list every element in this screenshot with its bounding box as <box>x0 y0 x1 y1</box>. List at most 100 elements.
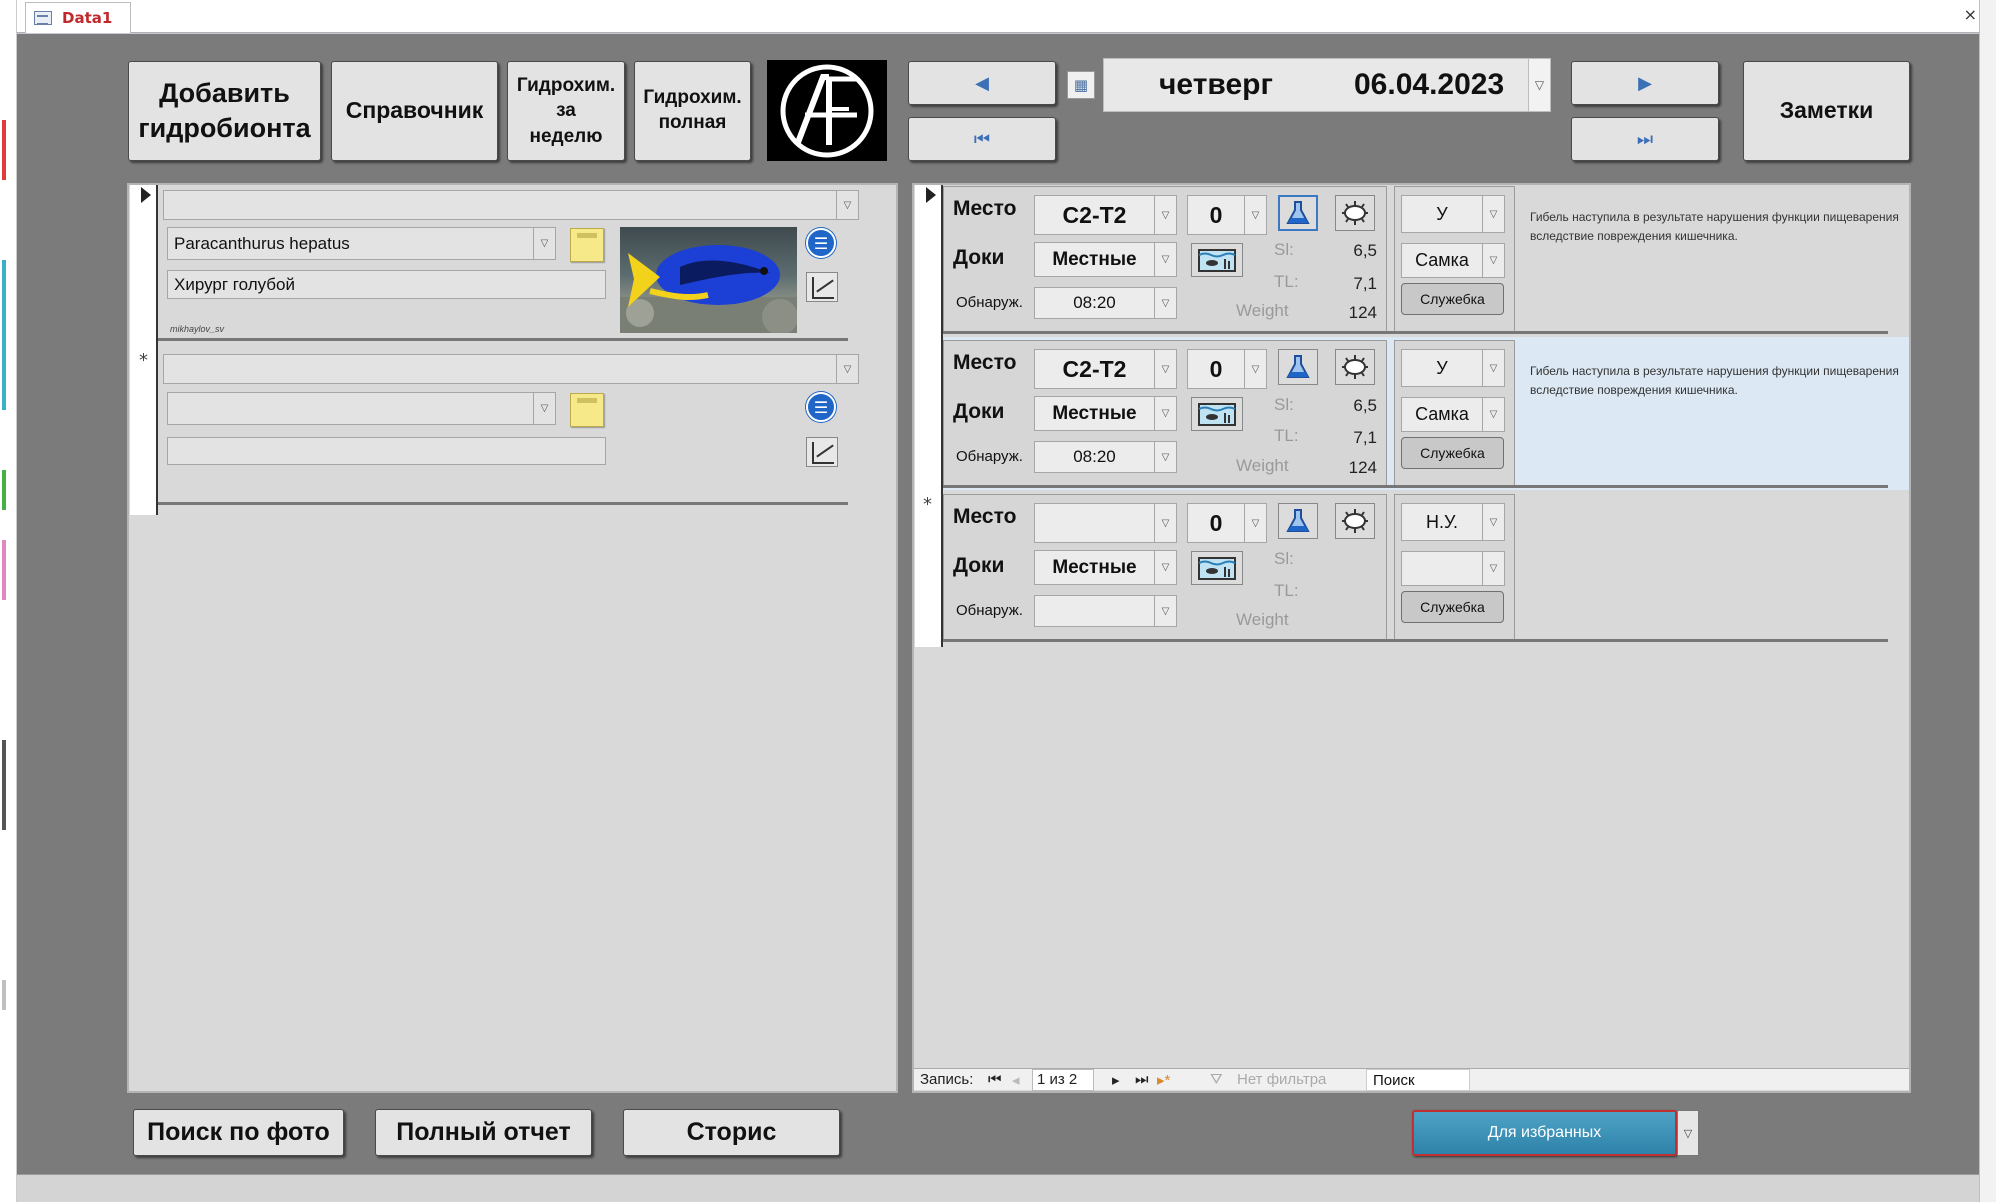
aquarium-icon[interactable] <box>1191 243 1243 277</box>
photo-search-button[interactable]: Поиск по фото <box>133 1109 344 1156</box>
flask-icon[interactable] <box>1278 503 1318 539</box>
service-note-button[interactable]: Служебка <box>1401 591 1504 623</box>
reference-button[interactable]: Справочник <box>331 61 498 161</box>
list-icon[interactable]: ☰ <box>806 228 836 258</box>
record-position[interactable]: 1 из 2 <box>1032 1069 1094 1091</box>
full-report-button[interactable]: Полный отчет <box>375 1109 592 1156</box>
status-combo[interactable]: Н.У. ▽ <box>1401 503 1505 541</box>
dropdown-arrow-icon[interactable]: ▽ <box>533 393 555 424</box>
new-common-name-field[interactable] <box>167 437 606 465</box>
dropdown-arrow-icon[interactable]: ▽ <box>1677 1110 1699 1156</box>
status-combo[interactable]: У ▽ <box>1401 349 1505 387</box>
dropdown-arrow-icon[interactable]: ▽ <box>1154 397 1176 430</box>
dropdown-arrow-icon[interactable]: ▽ <box>1244 504 1266 542</box>
sex-combo[interactable]: Самка ▽ <box>1401 397 1505 432</box>
count-combo[interactable]: 0 ▽ <box>1187 349 1267 389</box>
close-icon[interactable]: × <box>1964 5 1977 24</box>
latin-name-combo[interactable]: Paracanthurus hepatus ▽ <box>167 227 556 260</box>
chart-icon[interactable] <box>806 272 838 302</box>
germ-icon[interactable] <box>1335 349 1375 385</box>
record1-category-combo[interactable]: ▽ <box>163 190 859 220</box>
sl-label: Sl: <box>1274 240 1294 259</box>
chart-icon[interactable] <box>806 437 838 467</box>
dropdown-arrow-icon[interactable]: ▽ <box>836 355 858 383</box>
first-record-button[interactable]: ⏮ <box>908 117 1056 161</box>
dropdown-arrow-icon[interactable]: ▽ <box>1154 196 1176 234</box>
flask-icon[interactable] <box>1278 195 1318 231</box>
place-combo[interactable]: ▽ <box>1034 503 1177 543</box>
docks-combo[interactable]: Местные ▽ <box>1034 550 1177 585</box>
favorites-button[interactable]: Для избранных <box>1412 1110 1677 1156</box>
common-name-field[interactable]: Хирург голубой <box>167 270 606 299</box>
docks-combo[interactable]: Местные ▽ <box>1034 396 1177 431</box>
place-combo[interactable]: С2-Т2 ▽ <box>1034 349 1177 389</box>
latin-name-value: Paracanthurus hepatus <box>174 233 350 253</box>
dropdown-arrow-icon[interactable]: ▽ <box>1482 244 1504 277</box>
dropdown-arrow-icon[interactable]: ▽ <box>1154 243 1176 276</box>
count-combo[interactable]: 0 ▽ <box>1187 503 1267 543</box>
service-note-button[interactable]: Служебка <box>1401 437 1504 469</box>
dropdown-arrow-icon[interactable]: ▽ <box>1482 196 1504 232</box>
count-combo[interactable]: 0 ▽ <box>1187 195 1267 235</box>
search-input[interactable]: Поиск <box>1366 1069 1470 1091</box>
current-record-arrow-icon[interactable] <box>926 187 936 203</box>
hydrochem-week-button[interactable]: Гидрохим. за неделю <box>507 61 625 161</box>
detected-time-combo[interactable]: 08:20 ▽ <box>1034 287 1177 319</box>
aquarium-icon[interactable] <box>1191 397 1243 431</box>
next-record-button[interactable]: ▶ <box>1571 61 1719 105</box>
sticky-note-icon[interactable] <box>570 228 604 262</box>
last-record-button[interactable]: ⏭ <box>1571 117 1719 161</box>
add-hydrobiont-button[interactable]: Добавить гидробионта <box>128 61 321 161</box>
vertical-scrollbar[interactable] <box>1979 0 1996 1202</box>
germ-icon[interactable] <box>1335 195 1375 231</box>
dropdown-arrow-icon[interactable]: ▽ <box>1154 288 1176 318</box>
new-latin-name-combo[interactable]: ▽ <box>167 392 556 425</box>
first-record-nav-icon[interactable]: ⏮ <box>988 1071 1002 1088</box>
dropdown-arrow-icon[interactable]: ▽ <box>1154 551 1176 584</box>
dropdown-arrow-icon[interactable]: ▽ <box>1482 398 1504 431</box>
dropdown-arrow-icon[interactable]: ▽ <box>1482 350 1504 386</box>
dropdown-arrow-icon[interactable]: ▽ <box>1154 442 1176 472</box>
hydrochem-full-button[interactable]: Гидрохим. полная <box>634 61 751 161</box>
calendar-icon[interactable]: ▦ <box>1067 71 1095 99</box>
filter-icon[interactable]: ⛛ <box>1210 1071 1223 1088</box>
next-record-nav-icon[interactable]: ▸ <box>1112 1071 1120 1089</box>
new-category-combo[interactable]: ▽ <box>163 354 859 384</box>
current-record-arrow-icon[interactable] <box>141 187 151 203</box>
dropdown-arrow-icon[interactable]: ▽ <box>1154 596 1176 626</box>
filter-status[interactable]: Нет фильтра <box>1237 1071 1326 1088</box>
aquarium-icon[interactable] <box>1191 551 1243 585</box>
sticky-note-icon[interactable] <box>570 393 604 427</box>
dropdown-arrow-icon[interactable]: ▽ <box>1244 350 1266 388</box>
detected-time-combo[interactable]: ▽ <box>1034 595 1177 627</box>
horizontal-scrollbar[interactable] <box>17 1174 1979 1202</box>
dropdown-arrow-icon[interactable]: ▽ <box>1528 59 1550 111</box>
prev-record-nav-icon[interactable]: ◂ <box>1012 1071 1020 1089</box>
tab-data1[interactable]: Data1 <box>25 2 131 33</box>
dropdown-arrow-icon[interactable]: ▽ <box>1482 504 1504 540</box>
dropdown-arrow-icon[interactable]: ▽ <box>533 228 555 259</box>
germ-icon[interactable] <box>1335 503 1375 539</box>
stories-button[interactable]: Сторис <box>623 1109 840 1156</box>
dropdown-arrow-icon[interactable]: ▽ <box>1154 504 1176 542</box>
service-note-button[interactable]: Служебка <box>1401 283 1504 315</box>
date-picker[interactable]: четверг 06.04.2023 ▽ <box>1103 58 1551 112</box>
docks-combo[interactable]: Местные ▽ <box>1034 242 1177 277</box>
detected-label: Обнаруж. <box>956 602 1023 619</box>
dropdown-arrow-icon[interactable]: ▽ <box>1244 196 1266 234</box>
new-record-nav-icon[interactable]: ▸* <box>1157 1071 1170 1089</box>
dropdown-arrow-icon[interactable]: ▽ <box>1482 552 1504 585</box>
place-combo[interactable]: С2-Т2 ▽ <box>1034 195 1177 235</box>
last-record-nav-icon[interactable]: ⏭ <box>1135 1071 1149 1088</box>
dropdown-arrow-icon[interactable]: ▽ <box>836 191 858 219</box>
prev-record-button[interactable]: ◀ <box>908 61 1056 105</box>
sex-combo[interactable]: Самка ▽ <box>1401 243 1505 278</box>
docks-label: Доки <box>953 246 1005 269</box>
flask-icon[interactable] <box>1278 349 1318 385</box>
notes-button[interactable]: Заметки <box>1743 61 1910 161</box>
sex-combo[interactable]: ▽ <box>1401 551 1505 586</box>
dropdown-arrow-icon[interactable]: ▽ <box>1154 350 1176 388</box>
list-icon[interactable]: ☰ <box>806 392 836 422</box>
detected-time-combo[interactable]: 08:20 ▽ <box>1034 441 1177 473</box>
status-combo[interactable]: У ▽ <box>1401 195 1505 233</box>
